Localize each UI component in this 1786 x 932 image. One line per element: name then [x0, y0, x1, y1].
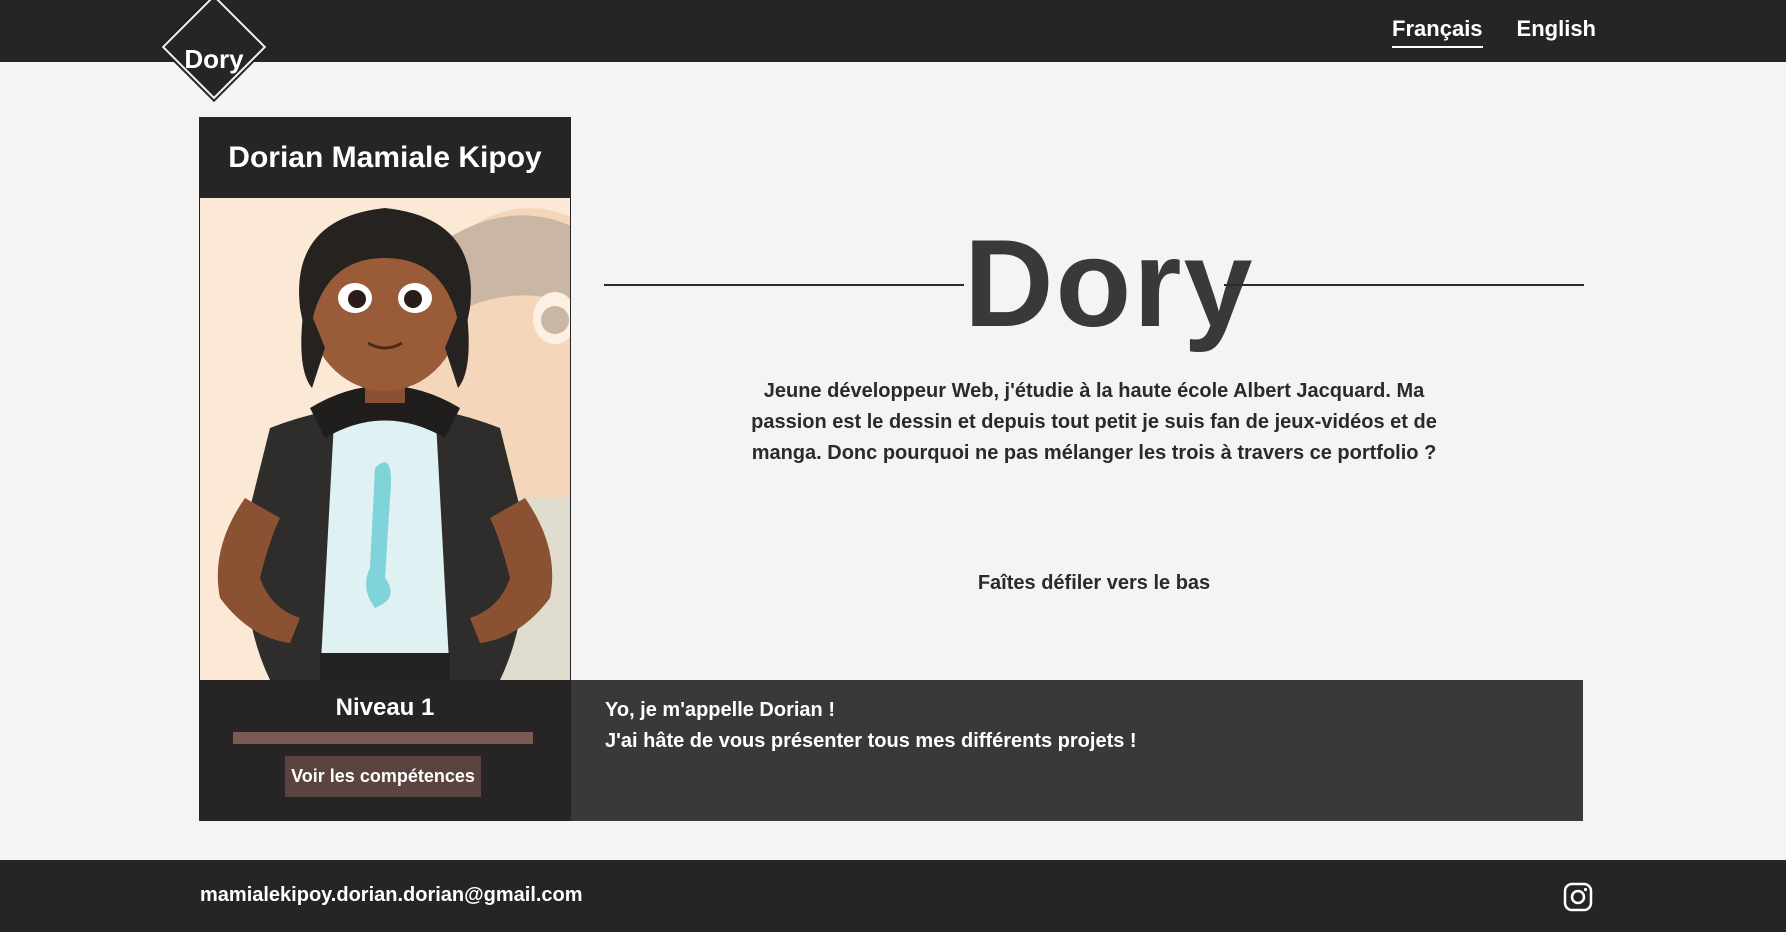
lang-link-french[interactable]: Français [1392, 16, 1483, 48]
footer: mamialekipoy.dorian.dorian@gmail.com [0, 860, 1786, 932]
hero-title: Dory [964, 215, 1255, 353]
character-portrait [200, 198, 570, 680]
lang-link-english[interactable]: English [1517, 16, 1596, 48]
dialogue-box: Yo, je m'appelle Dorian ! J'ai hâte de v… [571, 680, 1583, 821]
dialogue-line-1: Yo, je m'appelle Dorian ! [605, 699, 835, 721]
scroll-hint: Faîtes défiler vers le bas [977, 572, 1211, 594]
hero-description: Jeune développeur Web, j'étudie à la hau… [751, 380, 1437, 464]
language-switcher: Français English [1392, 16, 1596, 48]
hero-title-row: Dory [604, 216, 1584, 352]
instagram-icon[interactable] [1563, 882, 1593, 912]
level-label: Niveau 1 [335, 694, 435, 721]
title-divider-right [1224, 284, 1584, 286]
xp-progress-fill [233, 732, 533, 744]
character-name: Dorian Mamiale Kipoy [228, 140, 542, 174]
logo-text[interactable]: Dory [160, 44, 268, 75]
title-divider-left [604, 284, 964, 286]
character-card: Dorian Mamiale Kipoy Niveau 1 Voir les c… [199, 117, 571, 821]
footer-email-link[interactable]: mamialekipoy.dorian.dorian@gmail.com [200, 884, 583, 907]
xp-progress-bar [233, 732, 533, 744]
view-skills-button[interactable]: Voir les compétences [285, 756, 481, 797]
character-illustration [217, 208, 570, 680]
dialogue-line-2: J'ai hâte de vous présenter tous mes dif… [605, 730, 1137, 752]
level-panel: Niveau 1 Voir les compétences [199, 680, 571, 821]
